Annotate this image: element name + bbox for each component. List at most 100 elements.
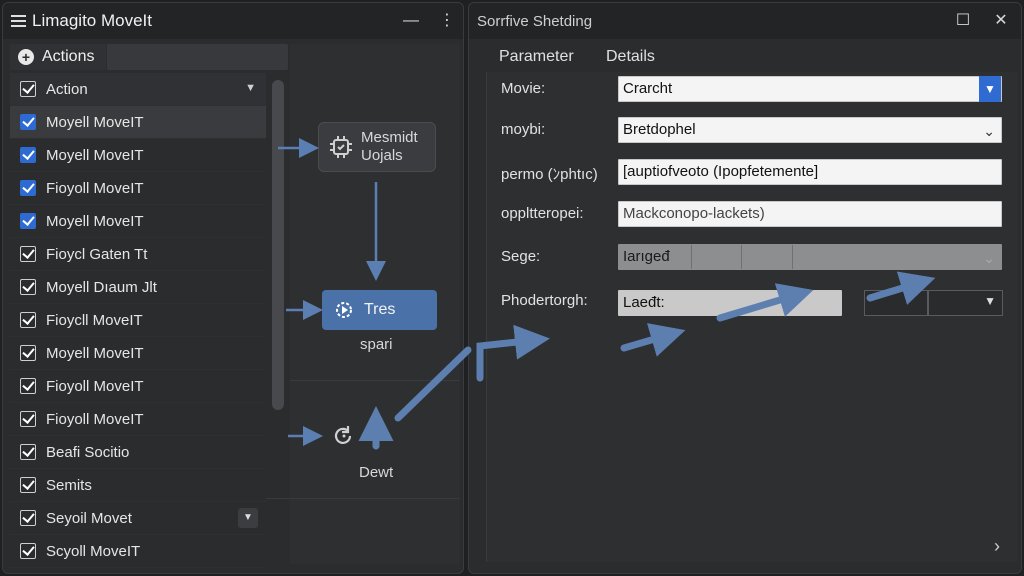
param-label-oppltteropei: oppltteropei: xyxy=(501,205,584,222)
checkbox[interactable] xyxy=(20,279,36,295)
sege-select-value: Iarıgeđ xyxy=(623,248,670,265)
action-list-item[interactable]: Fioyoll MoveIT xyxy=(10,370,266,403)
checkbox[interactable] xyxy=(20,213,36,229)
chevron-down-icon: ⌄ xyxy=(983,250,995,266)
param-label-moybi: moybi: xyxy=(501,121,546,138)
checkbox[interactable] xyxy=(20,81,36,97)
maximize-icon[interactable]: ☐ xyxy=(953,11,973,31)
chevron-down-icon[interactable]: ▼ xyxy=(245,82,256,94)
chevron-down-icon[interactable]: ▼ xyxy=(979,76,1001,102)
app-title: Limagito MoveIt xyxy=(32,11,152,30)
actions-scrollbar[interactable] xyxy=(272,80,284,410)
actions-column-header[interactable]: Action ▼ xyxy=(10,73,266,106)
close-icon[interactable]: ✕ xyxy=(991,11,1011,31)
permo-input-value: [auptiofveoto (Ipopfetemente] xyxy=(623,163,819,180)
action-label: Fioyoll MoveIT xyxy=(46,377,144,395)
action-label: Action xyxy=(46,80,88,98)
checkbox[interactable] xyxy=(20,378,36,394)
action-list-item[interactable]: Beafi Socitio xyxy=(10,436,266,469)
right-titlebar: Sorrfive Shetding ☐ ✕ xyxy=(469,3,1021,39)
action-label: Scyoll MoveIT xyxy=(46,542,141,560)
column-header-parameter: Parameter xyxy=(499,48,574,65)
sege-select: Iarıgeđ ⌄ xyxy=(618,244,1002,270)
action-label: Moyell Dıaum Jlt xyxy=(46,278,157,296)
chevron-down-icon[interactable]: ⌄ xyxy=(983,119,995,143)
node3-caption: Dewt xyxy=(359,464,394,481)
action-label: Semits xyxy=(46,476,92,494)
action-list-item[interactable]: Scyoll MoveIT xyxy=(10,535,266,568)
moybi-select[interactable]: Bretdophel ⌄ xyxy=(618,117,1002,143)
action-list-item[interactable]: Moyell MoveIT xyxy=(10,106,266,139)
node1-line2: Uojals xyxy=(361,147,403,164)
param-label-phodertorgh: Phodertorgh: xyxy=(501,292,588,309)
oppltteropei-input[interactable]: Mackconopo-lackets) xyxy=(618,201,1002,227)
checkbox[interactable] xyxy=(20,411,36,427)
checkbox[interactable] xyxy=(20,312,36,328)
minimize-icon[interactable]: — xyxy=(401,11,421,31)
phodertorgh-aux-field[interactable] xyxy=(864,290,928,316)
movie-select[interactable]: Crarcht ▼ xyxy=(618,76,1002,102)
action-list-item[interactable]: Fioyoll MoveIT xyxy=(10,403,266,436)
action-list-item[interactable]: Fioycll MoveIT xyxy=(10,304,266,337)
checkbox[interactable] xyxy=(20,444,36,460)
segment-divider xyxy=(691,245,692,269)
phodertorgh-input[interactable]: Laeđt: xyxy=(618,290,842,316)
gear-play-icon xyxy=(336,302,352,318)
action-list-item[interactable]: Seyoil Movet ▼ xyxy=(10,502,266,535)
refresh-icon[interactable] xyxy=(330,422,358,450)
segment-divider xyxy=(792,245,793,269)
param-label-permo: permo (ﾝphtıc) xyxy=(501,166,598,183)
parameter-panel xyxy=(486,72,1018,562)
segment-divider xyxy=(741,245,742,269)
moybi-select-value: Bretdophel xyxy=(623,121,696,138)
actions-list: Action ▼ Moyell MoveIT Moyell MoveIT Fioyoll… xyxy=(10,73,266,568)
action-list-item[interactable]: Moyell MoveIT xyxy=(10,139,266,172)
action-list-item[interactable]: Moyell MoveIT xyxy=(10,337,266,370)
checkbox[interactable] xyxy=(20,147,36,163)
action-label: Fioycll MoveIT xyxy=(46,311,143,329)
node1-line1: Mesmidt xyxy=(361,129,418,146)
action-label: Moyell MoveIT xyxy=(46,146,144,164)
flow-divider xyxy=(290,380,460,381)
checkbox[interactable] xyxy=(20,510,36,526)
row-dropdown-button[interactable]: ▼ xyxy=(238,508,258,528)
param-label-sege: Sege: xyxy=(501,248,541,265)
chevron-down-icon[interactable]: ▼ xyxy=(984,294,996,308)
action-list-item[interactable]: Fioycl Gaten Tt xyxy=(10,238,266,271)
permo-input[interactable]: [auptiofveoto (Ipopfetemente] xyxy=(618,159,1002,185)
action-label: Moyell MoveIT xyxy=(46,344,144,362)
actions-header: + Actions xyxy=(10,44,288,70)
settings-window-title: Sorrfive Shetding xyxy=(477,12,593,30)
node2-caption: spari xyxy=(360,336,393,353)
menu-icon[interactable] xyxy=(11,14,26,28)
action-list-item[interactable]: Fioyoll MoveIT xyxy=(10,172,266,205)
action-label: Moyell MoveIT xyxy=(46,113,144,131)
checkbox[interactable] xyxy=(20,345,36,361)
chevron-right-icon[interactable]: › xyxy=(994,536,1000,557)
node2-label: Tres xyxy=(364,301,396,318)
phodertorgh-dropdown[interactable]: ▼ xyxy=(928,290,1003,316)
flow-node-processor[interactable]: Mesmidt Uojals xyxy=(318,122,436,172)
phodertorgh-input-value: Laeđt: xyxy=(623,294,665,311)
flow-divider-lower xyxy=(266,498,460,499)
action-label: Fioyoll MoveIT xyxy=(46,410,144,428)
checkbox[interactable] xyxy=(20,477,36,493)
action-label: Seyoil Movet xyxy=(46,509,132,527)
checkbox[interactable] xyxy=(20,114,36,130)
action-list-item[interactable]: Moyell Dıaum Jlt xyxy=(10,271,266,304)
actions-tab[interactable]: + Actions xyxy=(10,44,108,70)
action-list-item[interactable]: Semits xyxy=(10,469,266,502)
action-list-item[interactable]: Moyell MoveIT xyxy=(10,205,266,238)
chip-icon xyxy=(330,136,352,158)
add-circle-icon[interactable]: + xyxy=(18,49,34,65)
flow-node-tres[interactable]: Tres xyxy=(322,290,437,330)
action-label: Beafi Socitio xyxy=(46,443,130,461)
checkbox[interactable] xyxy=(20,180,36,196)
action-label: Moyell MoveIT xyxy=(46,212,144,230)
left-titlebar: Limagito MoveIt — ⋮ xyxy=(3,3,463,39)
checkbox[interactable] xyxy=(20,543,36,559)
checkbox[interactable] xyxy=(20,246,36,262)
more-options-icon[interactable]: ⋮ xyxy=(437,11,457,31)
param-label-movie: Movie: xyxy=(501,80,546,97)
action-label: Fioyoll MoveIT xyxy=(46,179,144,197)
